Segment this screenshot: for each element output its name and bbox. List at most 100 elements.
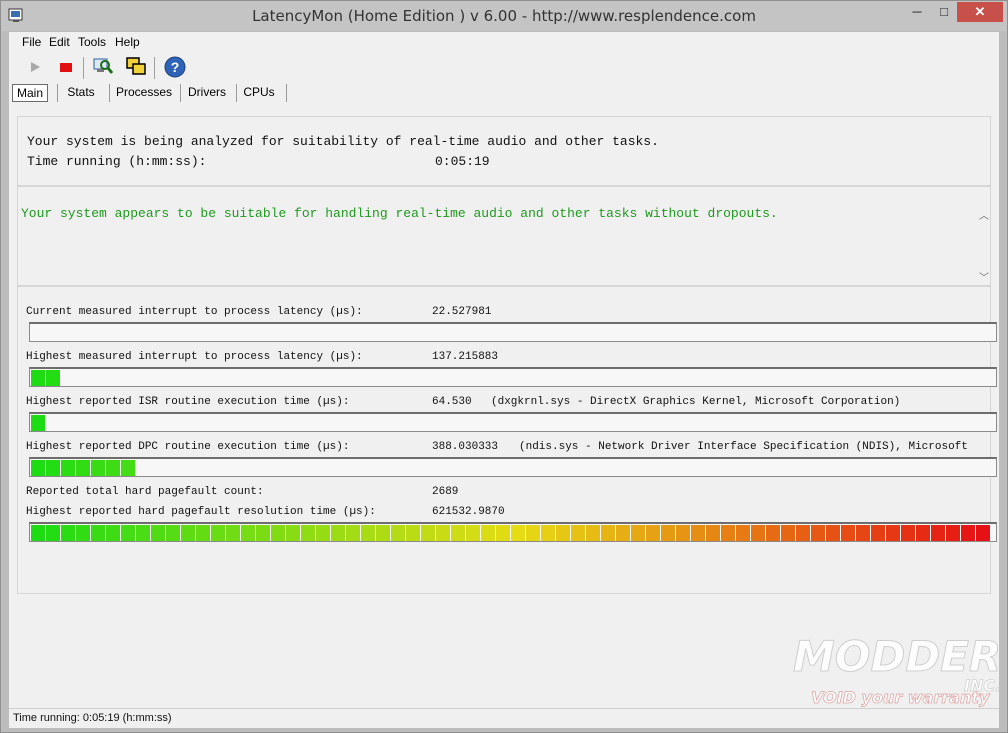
- time-running-value: 0:05:19: [435, 154, 490, 169]
- windows-button[interactable]: [124, 56, 148, 78]
- meter-segment: [136, 525, 150, 541]
- tab-separator: [236, 84, 237, 102]
- help-button[interactable]: ?: [163, 56, 187, 78]
- meter-segment: [31, 460, 45, 476]
- meter-segment: [346, 525, 360, 541]
- current-latency-value: 22.527981: [432, 306, 492, 318]
- menu-tools[interactable]: Tools: [78, 35, 106, 49]
- meter-segment: [691, 525, 705, 541]
- meter-segment: [841, 525, 855, 541]
- main-panel: Your system is being analyzed for suitab…: [9, 104, 999, 708]
- meter-segment: [571, 525, 585, 541]
- tab-separator: [57, 84, 58, 102]
- toolbar: ?: [9, 52, 999, 82]
- meter-segment: [466, 525, 480, 541]
- scroll-up-arrow[interactable]: ︿: [978, 207, 990, 222]
- meter-segment: [676, 525, 690, 541]
- meter-segment: [661, 525, 675, 541]
- current-latency-meter: [29, 322, 997, 342]
- meter-segment: [196, 525, 210, 541]
- maximize-button[interactable]: □: [931, 2, 957, 22]
- meter-segment: [91, 460, 105, 476]
- tab-separator: [180, 84, 181, 102]
- pagefault-count-label: Reported total hard pagefault count:: [26, 486, 264, 498]
- toolbar-separator: [83, 57, 84, 79]
- meter-segment: [796, 525, 810, 541]
- meter-segment: [751, 525, 765, 541]
- meter-segment: [31, 525, 45, 541]
- meter-segment: [61, 525, 75, 541]
- meter-segment: [361, 525, 375, 541]
- highest-latency-label: Highest measured interrupt to process la…: [26, 351, 363, 363]
- help-glyph: ?: [171, 59, 180, 75]
- time-running-label: Time running (h:mm:ss):: [27, 154, 207, 169]
- menu-bar: File Edit Tools Help: [9, 32, 999, 52]
- meter-segment: [301, 525, 315, 541]
- tab-cpus[interactable]: CPUs: [238, 82, 280, 102]
- meter-segment: [46, 525, 60, 541]
- status-bar-text: Time running: 0:05:19 (h:mm:ss): [13, 712, 172, 724]
- isr-driver-detail: (dxgkrnl.sys - DirectX Graphics Kernel, …: [491, 396, 901, 408]
- metrics-panel: Current measured interrupt to process la…: [17, 286, 997, 594]
- meter-segment: [826, 525, 840, 541]
- meter-segment: [436, 525, 450, 541]
- stop-icon: [60, 63, 72, 72]
- meter-segment: [286, 525, 300, 541]
- meter-segment: [586, 525, 600, 541]
- meter-segment: [331, 525, 345, 541]
- meter-segment: [631, 525, 645, 541]
- meter-segment: [526, 525, 540, 541]
- scroll-down-arrow[interactable]: ﹀: [978, 269, 990, 284]
- stop-button[interactable]: [54, 56, 78, 78]
- meter-segment: [886, 525, 900, 541]
- meter-segment: [646, 525, 660, 541]
- suitability-message: Your system appears to be suitable for h…: [21, 206, 778, 221]
- meter-segment: [91, 525, 105, 541]
- meter-segment: [706, 525, 720, 541]
- meter-segment: [61, 460, 75, 476]
- close-button[interactable]: ✕: [957, 2, 1003, 22]
- meter-segment: [931, 525, 945, 541]
- meter-segment: [916, 525, 930, 541]
- isr-time-meter: [29, 412, 997, 432]
- tab-drivers[interactable]: Drivers: [182, 82, 232, 102]
- app-window: LatencyMon (Home Edition ) v 6.00 - http…: [0, 0, 1008, 733]
- pagefault-time-meter: [29, 522, 997, 542]
- tab-strip: Main Stats Processes Drivers CPUs: [9, 82, 999, 104]
- minimize-button[interactable]: ─: [903, 2, 931, 22]
- meter-segment: [856, 525, 870, 541]
- help-icon: ?: [164, 56, 186, 78]
- message-panel: Your system appears to be suitable for h…: [17, 186, 991, 286]
- meter-segment: [961, 525, 975, 541]
- analyze-button[interactable]: [91, 56, 115, 78]
- meter-segment: [46, 370, 60, 386]
- menu-help[interactable]: Help: [115, 35, 140, 49]
- watermark-void-tagline: VOID your warranty: [811, 688, 990, 707]
- menu-file[interactable]: File: [22, 35, 41, 49]
- menu-edit[interactable]: Edit: [49, 35, 70, 49]
- status-panel: Your system is being analyzed for suitab…: [17, 116, 991, 186]
- meter-segment: [76, 460, 90, 476]
- meter-segment: [406, 525, 420, 541]
- tab-stats[interactable]: Stats: [59, 82, 103, 102]
- meter-segment: [271, 525, 285, 541]
- meter-segment: [721, 525, 735, 541]
- meter-segment: [871, 525, 885, 541]
- meter-segment: [811, 525, 825, 541]
- meter-segment: [736, 525, 750, 541]
- toolbar-separator: [154, 57, 155, 79]
- play-button[interactable]: [23, 56, 47, 78]
- meter-segment: [121, 460, 135, 476]
- dpc-time-label: Highest reported DPC routine execution t…: [26, 441, 350, 453]
- meter-segment: [901, 525, 915, 541]
- meter-segment: [211, 525, 225, 541]
- meter-segment: [151, 525, 165, 541]
- window-title: LatencyMon (Home Edition ) v 6.00 - http…: [252, 7, 756, 25]
- meter-segment: [451, 525, 465, 541]
- pagefault-time-value: 621532.9870: [432, 506, 505, 518]
- title-bar[interactable]: LatencyMon (Home Edition ) v 6.00 - http…: [1, 1, 1007, 31]
- meter-segment: [541, 525, 555, 541]
- tab-main[interactable]: Main: [12, 84, 48, 102]
- meter-segment: [316, 525, 330, 541]
- tab-processes[interactable]: Processes: [111, 82, 177, 102]
